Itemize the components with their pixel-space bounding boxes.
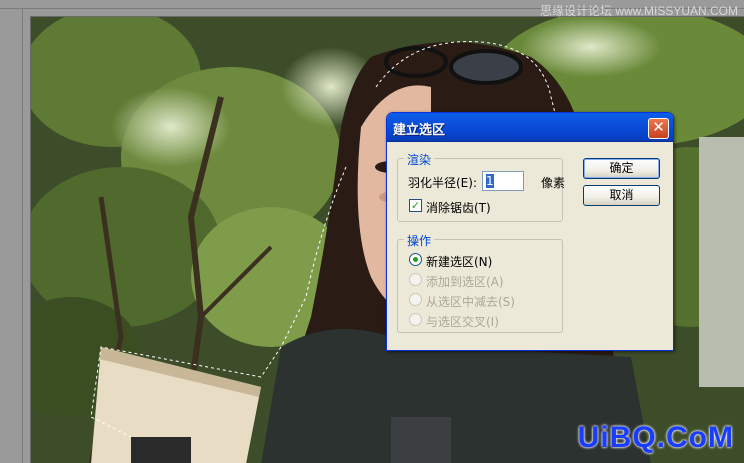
watermark-site: 思缘设计论坛 www.MISSYUAN.COM bbox=[539, 4, 738, 18]
radio-new-selection[interactable] bbox=[409, 253, 422, 266]
radio-subtract-label: 从选区中减去(S) bbox=[426, 295, 515, 309]
radio-intersect-selection bbox=[409, 313, 422, 326]
radio-intersect-label: 与选区交叉(I) bbox=[426, 315, 499, 329]
operation-group: 操作 新建选区(N) 添加到选区(A) 从选区中减去(S) 与选区交叉(I) bbox=[397, 232, 563, 333]
render-group: 渲染 羽化半径(E): 1 像素 ✓ 消除锯齿(T) bbox=[397, 151, 566, 222]
make-selection-dialog: 建立选区 ✕ 渲染 羽化半径(E): 1 像素 ✓ 消除锯齿(T) 操作 新建选… bbox=[386, 112, 674, 351]
canvas-border-left bbox=[22, 8, 23, 463]
cancel-button[interactable]: 取消 bbox=[583, 185, 660, 206]
ok-button[interactable]: 确定 bbox=[583, 158, 660, 179]
render-group-legend: 渲染 bbox=[404, 151, 435, 168]
feather-radius-input[interactable]: 1 bbox=[482, 171, 524, 191]
dialog-title: 建立选区 bbox=[393, 123, 446, 138]
radio-add-to-selection bbox=[409, 273, 422, 286]
feather-unit-label: 像素 bbox=[541, 176, 566, 190]
close-icon: ✕ bbox=[652, 118, 665, 136]
radio-new-selection-label[interactable]: 新建选区(N) bbox=[426, 253, 492, 270]
antialias-label[interactable]: 消除锯齿(T) bbox=[426, 199, 491, 216]
dialog-titlebar[interactable]: 建立选区 ✕ bbox=[387, 113, 673, 142]
feather-radius-label: 羽化半径(E): bbox=[408, 176, 477, 190]
antialias-checkbox[interactable]: ✓ bbox=[409, 199, 422, 212]
watermark-logo: UiBQ.CoM bbox=[577, 421, 734, 454]
radio-add-to-selection-label: 添加到选区(A) bbox=[426, 275, 504, 289]
close-button[interactable]: ✕ bbox=[648, 118, 669, 139]
operation-group-legend: 操作 bbox=[404, 232, 435, 249]
radio-subtract-from-selection bbox=[409, 293, 422, 306]
